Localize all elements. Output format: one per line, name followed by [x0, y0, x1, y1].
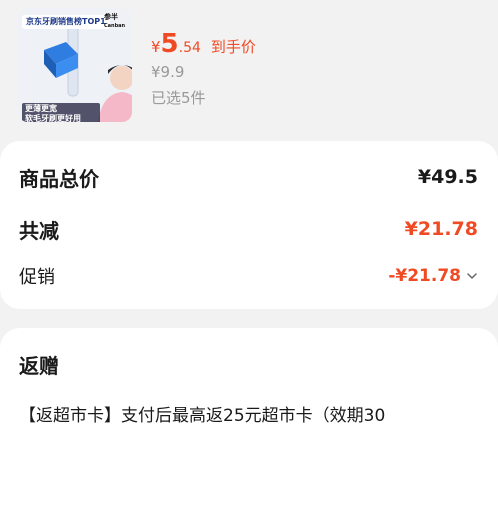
- price-currency: ¥: [151, 38, 161, 56]
- total-discount-value: ¥21.78: [404, 218, 478, 240]
- total-price-value: ¥49.5: [417, 166, 478, 188]
- gift-title: 返赠: [19, 354, 59, 378]
- price-integer: 5: [160, 29, 179, 59]
- promotion-value-group[interactable]: -¥21.78: [388, 266, 478, 286]
- brand-name: 参半: [104, 13, 118, 21]
- total-price-row: 商品总价 ¥49.5: [19, 160, 478, 194]
- chevron-down-icon[interactable]: [466, 270, 478, 282]
- gift-description: 【返超市卡】支付后最高返25元超市卡（效期30: [19, 406, 386, 426]
- original-price: ¥9.9: [151, 63, 185, 81]
- final-price: ¥ 5 .54 到手价: [151, 29, 256, 59]
- promotion-label: 促销: [19, 267, 55, 288]
- promotion-value: -¥21.78: [388, 266, 461, 286]
- brand-name-sub: Canban: [104, 23, 126, 29]
- price-decimal: .54: [178, 40, 201, 56]
- product-slogan: 更薄更宽 软毛牙刷更好用: [22, 103, 100, 122]
- product-summary: 京东牙刷销售榜TOP1 参半 Canban 更薄更宽 软毛牙刷更好用 ¥ 5 .…: [0, 0, 498, 140]
- ranking-badge: 京东牙刷销售榜TOP1: [22, 15, 110, 29]
- slogan-line-2: 软毛牙刷更好用: [25, 114, 81, 122]
- slogan-line-1: 更薄更宽: [25, 104, 57, 113]
- brand-logo: 参半 Canban: [104, 13, 125, 31]
- promotion-row[interactable]: 促销 -¥21.78: [19, 261, 478, 291]
- total-discount-row: 共减 ¥21.78: [19, 212, 478, 246]
- total-discount-label: 共减: [19, 218, 59, 243]
- total-price-label: 商品总价: [19, 166, 99, 191]
- selected-count: 已选5件: [151, 89, 206, 107]
- price-suffix: 到手价: [210, 38, 256, 56]
- product-thumbnail[interactable]: 京东牙刷销售榜TOP1 参半 Canban 更薄更宽 软毛牙刷更好用: [18, 8, 132, 122]
